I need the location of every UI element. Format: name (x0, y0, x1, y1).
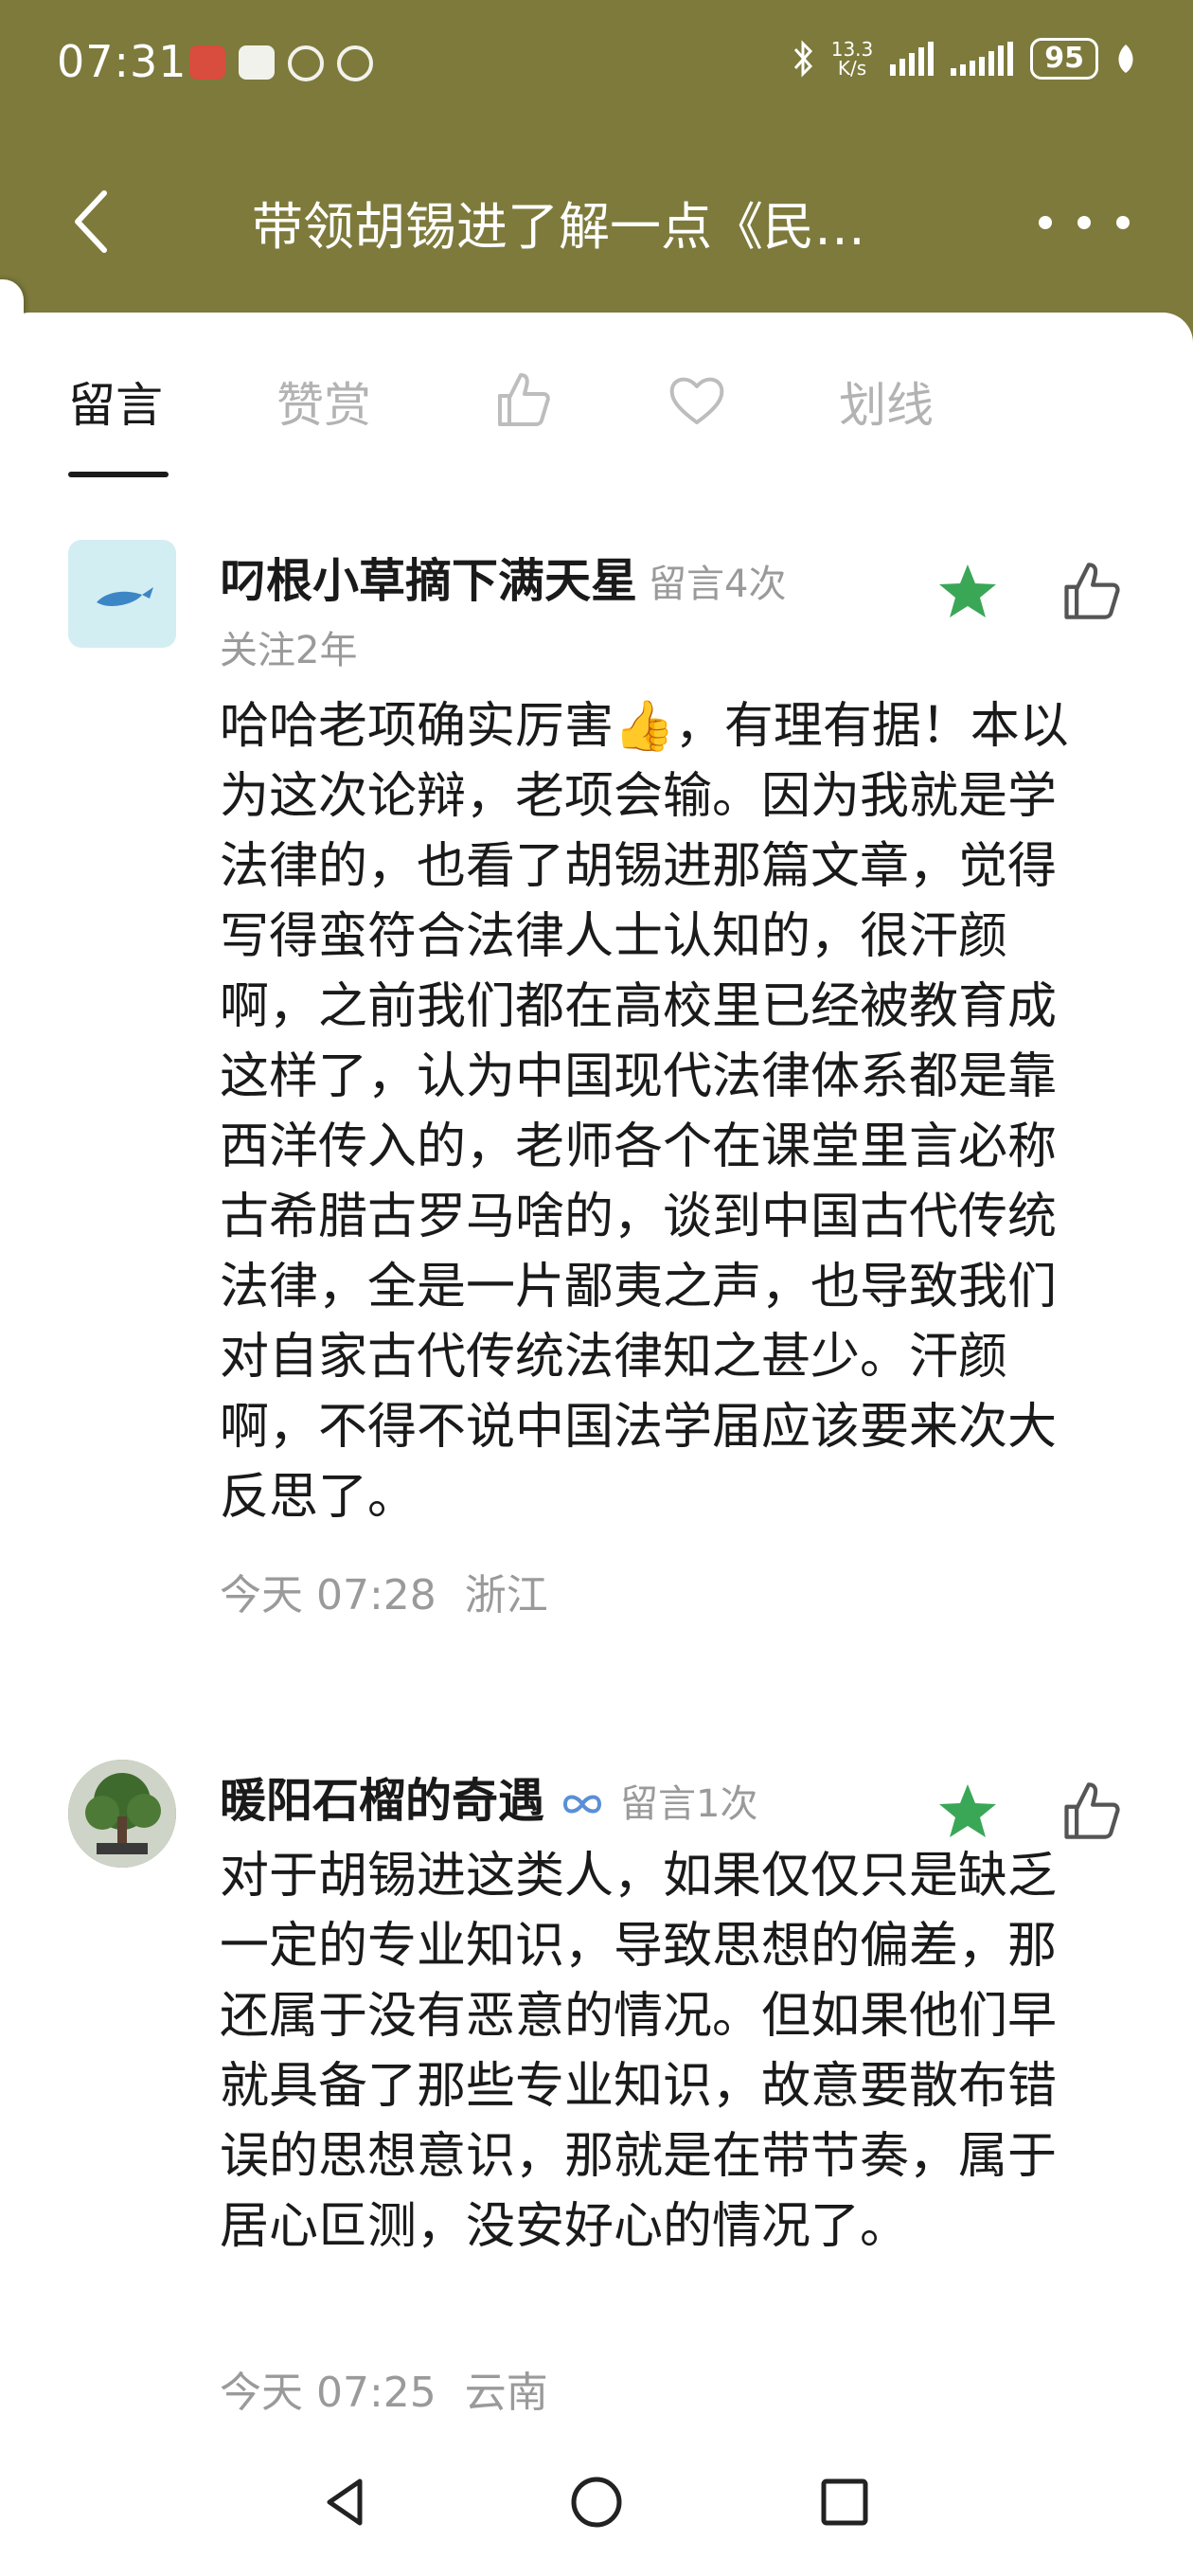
page-title: 带领胡锡进了解一点《民… (252, 197, 865, 257)
avatar[interactable] (68, 1760, 176, 1868)
comment-text: 哈哈老项确实厉害👍，有理有据！本以为这次论辩，老项会输。因为我就是学法律的，也看… (220, 698, 1069, 1526)
thumbs-up-icon[interactable] (492, 369, 553, 430)
tab-highlights[interactable]: 划线 (839, 367, 934, 436)
comment-username[interactable]: 暖阳石榴的奇遇 留言1次 (220, 1763, 757, 1831)
app-notification-icon (239, 45, 275, 80)
comment-time: 今天 07:28 (220, 1571, 436, 1619)
message-count: 留言1次 (620, 1782, 758, 1826)
comment-meta: 今天 07:28 浙江 (220, 1561, 548, 1621)
back-button[interactable] (64, 184, 121, 259)
system-nav-bar (0, 2424, 1193, 2576)
leaf-icon (1118, 45, 1133, 73)
battery-indicator: 95 (1030, 38, 1098, 80)
network-speed: 13.3 K/s (831, 40, 874, 78)
tab-rewards[interactable]: 赞赏 (276, 367, 371, 436)
title-bar: 带领胡锡进了解一点《民… (0, 142, 1193, 313)
username-text[interactable]: 叼根小草摘下满天星 (220, 554, 637, 608)
follow-duration: 关注2年 (220, 629, 358, 672)
network-speed-unit: K/s (837, 57, 867, 80)
like-button[interactable] (1059, 1779, 1123, 1843)
star-icon[interactable] (937, 1780, 998, 1841)
nav-back-button[interactable] (318, 2474, 375, 2531)
username-text[interactable]: 暖阳石榴的奇遇 (220, 1774, 544, 1828)
status-indicators: 13.3 K/s 95 (792, 38, 1136, 80)
comment-meta: 今天 07:25 云南 (220, 2358, 548, 2419)
message-count: 留言4次 (649, 563, 787, 606)
star-icon[interactable] (937, 561, 998, 621)
notification-icons (189, 45, 373, 81)
comment-time: 今天 07:25 (220, 2369, 436, 2417)
nav-recents-button[interactable] (816, 2474, 873, 2531)
comment-text: 对于胡锡进这类人，如果仅仅只是缺乏一定的专业知识，导致思想的偏差，那还属于没有恶… (220, 1848, 1058, 2255)
comment-location: 云南 (464, 2369, 548, 2417)
tab-bar: 留言 赞赏 划线 (0, 313, 1193, 483)
nav-home-button[interactable] (568, 2474, 625, 2531)
network-speed-value: 13.3 (830, 38, 874, 61)
signal-icon-2 (951, 42, 1014, 76)
bluetooth-icon (793, 40, 812, 78)
whale-icon (97, 587, 153, 606)
tab-comments[interactable]: 留言 (68, 367, 163, 436)
bonsai-tree-icon (68, 1760, 176, 1868)
huawei-app-icon (189, 45, 225, 80)
active-tab-indicator (68, 472, 169, 477)
infinity-badge-icon (563, 1795, 602, 1813)
heart-icon[interactable] (667, 369, 727, 430)
alarm-icon (337, 45, 373, 81)
comment-username[interactable]: 叼根小草摘下满天星 留言4次 (220, 544, 786, 611)
more-options-button[interactable] (1032, 189, 1136, 256)
status-bar: 07:31 13.3 K/s 95 (0, 0, 1193, 142)
status-time: 07:31 (57, 36, 187, 87)
like-button[interactable] (1059, 559, 1123, 623)
nfc-icon (288, 45, 324, 81)
avatar[interactable] (68, 540, 176, 648)
comments-sheet: 留言 赞赏 划线 叼根小草摘下满天星 留言4次 关注2年 哈哈老项确实厉害👍，有理… (0, 313, 1193, 2576)
comment-location: 浙江 (464, 1571, 548, 1619)
signal-icon-1 (890, 42, 935, 76)
